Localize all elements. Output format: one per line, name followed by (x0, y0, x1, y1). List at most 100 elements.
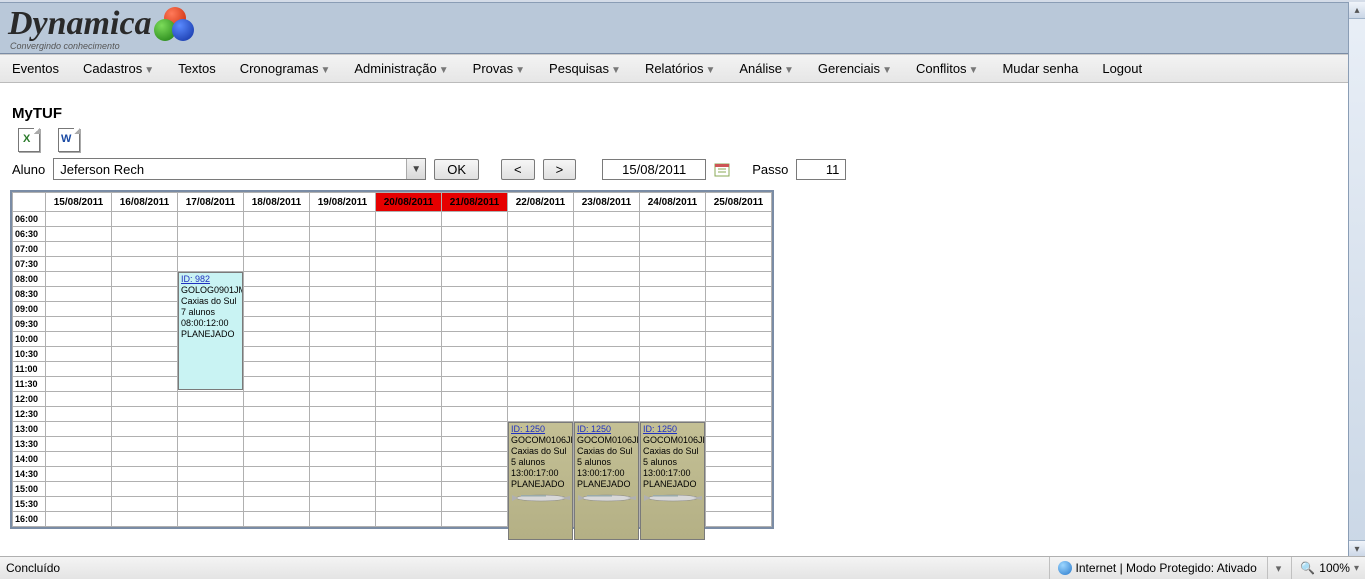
schedule-cell[interactable] (244, 287, 310, 302)
menu-item-análise[interactable]: Análise▼ (733, 58, 800, 79)
schedule-cell[interactable] (112, 257, 178, 272)
event-id-link[interactable]: ID: 1250 (577, 424, 611, 434)
schedule-cell[interactable] (310, 467, 376, 482)
schedule-cell[interactable] (310, 317, 376, 332)
schedule-cell[interactable] (46, 212, 112, 227)
schedule-cell[interactable] (442, 497, 508, 512)
schedule-cell[interactable] (640, 362, 706, 377)
schedule-cell[interactable] (442, 287, 508, 302)
schedule-cell[interactable] (442, 317, 508, 332)
aluno-select[interactable]: ▼ (53, 158, 426, 180)
schedule-cell[interactable] (706, 497, 772, 512)
schedule-cell[interactable] (376, 482, 442, 497)
schedule-cell[interactable] (508, 242, 574, 257)
schedule-cell[interactable] (706, 467, 772, 482)
schedule-cell[interactable] (376, 272, 442, 287)
menu-item-conflitos[interactable]: Conflitos▼ (910, 58, 984, 79)
schedule-cell[interactable] (178, 467, 244, 482)
menu-item-cronogramas[interactable]: Cronogramas▼ (234, 58, 337, 79)
schedule-cell[interactable] (310, 257, 376, 272)
schedule-cell[interactable] (310, 362, 376, 377)
schedule-cell[interactable] (376, 347, 442, 362)
chevron-down-icon[interactable]: ▼ (406, 159, 425, 179)
schedule-cell[interactable] (574, 287, 640, 302)
schedule-cell[interactable] (310, 212, 376, 227)
schedule-cell[interactable] (46, 452, 112, 467)
schedule-cell[interactable] (178, 482, 244, 497)
schedule-cell[interactable] (178, 437, 244, 452)
schedule-cell[interactable] (46, 272, 112, 287)
schedule-event[interactable]: ID: 982GOLOG0901JMSCaxias do Sul7 alunos… (178, 272, 243, 390)
schedule-cell[interactable] (508, 287, 574, 302)
schedule-cell[interactable] (310, 287, 376, 302)
schedule-cell[interactable] (244, 377, 310, 392)
schedule-cell[interactable] (574, 242, 640, 257)
export-excel-icon[interactable] (18, 128, 40, 152)
schedule-cell[interactable] (442, 302, 508, 317)
schedule-cell[interactable] (46, 317, 112, 332)
menu-item-logout[interactable]: Logout (1096, 58, 1148, 79)
schedule-cell[interactable] (310, 392, 376, 407)
schedule-cell[interactable] (706, 212, 772, 227)
schedule-cell[interactable] (574, 272, 640, 287)
schedule-cell[interactable] (46, 497, 112, 512)
schedule-cell[interactable] (112, 287, 178, 302)
schedule-cell[interactable] (376, 257, 442, 272)
schedule-cell[interactable] (706, 482, 772, 497)
schedule-cell[interactable] (178, 422, 244, 437)
schedule-cell[interactable] (244, 272, 310, 287)
schedule-cell[interactable] (706, 302, 772, 317)
schedule-cell[interactable] (442, 512, 508, 527)
schedule-cell[interactable] (112, 467, 178, 482)
schedule-cell[interactable] (574, 347, 640, 362)
schedule-cell[interactable] (244, 452, 310, 467)
schedule-cell[interactable] (376, 452, 442, 467)
schedule-cell[interactable] (244, 347, 310, 362)
schedule-cell[interactable] (640, 377, 706, 392)
menu-item-mudar-senha[interactable]: Mudar senha (996, 58, 1084, 79)
schedule-cell[interactable] (442, 332, 508, 347)
menu-item-administração[interactable]: Administração▼ (348, 58, 454, 79)
schedule-cell[interactable] (376, 242, 442, 257)
schedule-cell[interactable] (574, 257, 640, 272)
schedule-cell[interactable] (376, 422, 442, 437)
schedule-cell[interactable] (640, 212, 706, 227)
schedule-cell[interactable] (112, 407, 178, 422)
schedule-cell[interactable] (178, 512, 244, 527)
schedule-cell[interactable] (178, 392, 244, 407)
schedule-cell[interactable] (508, 392, 574, 407)
schedule-cell[interactable] (574, 317, 640, 332)
schedule-cell[interactable] (46, 377, 112, 392)
schedule-cell[interactable] (640, 242, 706, 257)
schedule-cell[interactable] (310, 242, 376, 257)
schedule-cell[interactable] (376, 437, 442, 452)
calendar-icon[interactable] (714, 161, 730, 177)
schedule-cell[interactable]: ID: 982GOLOG0901JMSCaxias do Sul7 alunos… (178, 272, 244, 287)
schedule-cell[interactable] (376, 512, 442, 527)
schedule-cell[interactable] (112, 452, 178, 467)
date-input[interactable] (602, 159, 706, 180)
schedule-cell[interactable] (244, 362, 310, 377)
schedule-cell[interactable] (46, 287, 112, 302)
schedule-cell[interactable] (376, 317, 442, 332)
schedule-cell[interactable] (310, 332, 376, 347)
schedule-cell[interactable] (178, 227, 244, 242)
schedule-cell[interactable] (376, 332, 442, 347)
schedule-cell[interactable] (112, 422, 178, 437)
schedule-cell[interactable] (112, 212, 178, 227)
schedule-cell[interactable] (442, 467, 508, 482)
schedule-cell[interactable] (376, 377, 442, 392)
schedule-cell[interactable] (706, 227, 772, 242)
schedule-cell[interactable] (244, 242, 310, 257)
schedule-cell[interactable] (640, 407, 706, 422)
menu-item-provas[interactable]: Provas▼ (467, 58, 531, 79)
schedule-cell[interactable] (178, 407, 244, 422)
schedule-cell[interactable] (376, 467, 442, 482)
schedule-cell[interactable]: ID: 1250GOCOM0106JMSCaxias do Sul5 aluno… (508, 422, 574, 437)
schedule-cell[interactable] (442, 437, 508, 452)
schedule-cell[interactable] (112, 362, 178, 377)
schedule-cell[interactable] (706, 287, 772, 302)
schedule-cell[interactable] (442, 242, 508, 257)
schedule-cell[interactable] (46, 422, 112, 437)
ok-button[interactable]: OK (434, 159, 479, 180)
